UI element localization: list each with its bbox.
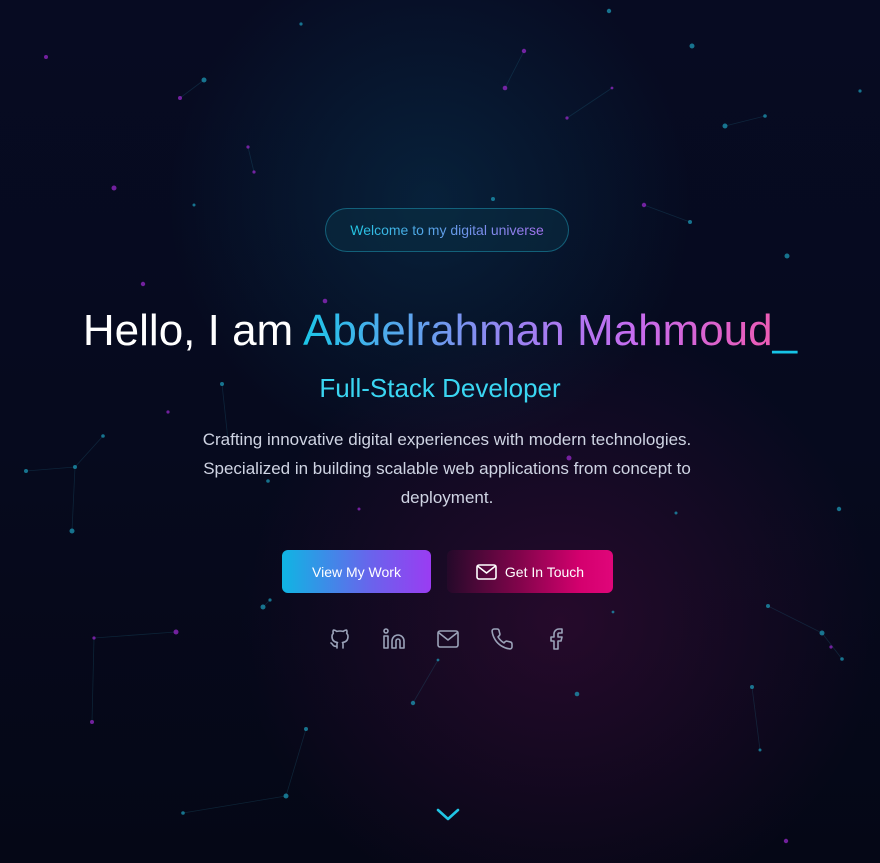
facebook-icon xyxy=(544,627,568,656)
greeting-text: Hello, I am xyxy=(82,306,303,355)
get-in-touch-button[interactable]: Get In Touch xyxy=(447,550,613,593)
phone-link[interactable] xyxy=(488,627,516,655)
email-link[interactable] xyxy=(434,627,462,655)
view-my-work-button[interactable]: View My Work xyxy=(282,550,431,593)
typing-cursor: _ xyxy=(772,306,798,355)
linkedin-icon xyxy=(382,627,406,656)
hero-section: Welcome to my digital universe Hello, I … xyxy=(0,0,880,863)
github-icon xyxy=(328,627,352,656)
mail-icon xyxy=(476,563,497,580)
chevron-down-icon xyxy=(434,808,462,829)
social-links xyxy=(326,627,570,657)
hero-content: Welcome to my digital universe Hello, I … xyxy=(0,0,880,863)
welcome-badge: Welcome to my digital universe xyxy=(325,208,569,252)
linkedin-link[interactable] xyxy=(380,627,408,655)
hero-headline: Hello, I am Abdelrahman Mahmoud_ xyxy=(0,306,880,356)
get-in-touch-label: Get In Touch xyxy=(504,563,585,580)
welcome-badge-text: Welcome to my digital universe xyxy=(350,222,544,238)
developer-name: Abdelrahman Mahmoud xyxy=(303,306,773,355)
facebook-link[interactable] xyxy=(542,627,570,655)
github-link[interactable] xyxy=(326,627,354,655)
view-my-work-label: View My Work xyxy=(312,563,401,580)
role-title: Full-Stack Developer xyxy=(319,373,561,403)
mail-icon xyxy=(436,627,460,656)
hero-description: Crafting innovative digital experiences … xyxy=(202,430,692,507)
scroll-down-button[interactable] xyxy=(434,805,462,825)
phone-icon xyxy=(490,627,514,656)
